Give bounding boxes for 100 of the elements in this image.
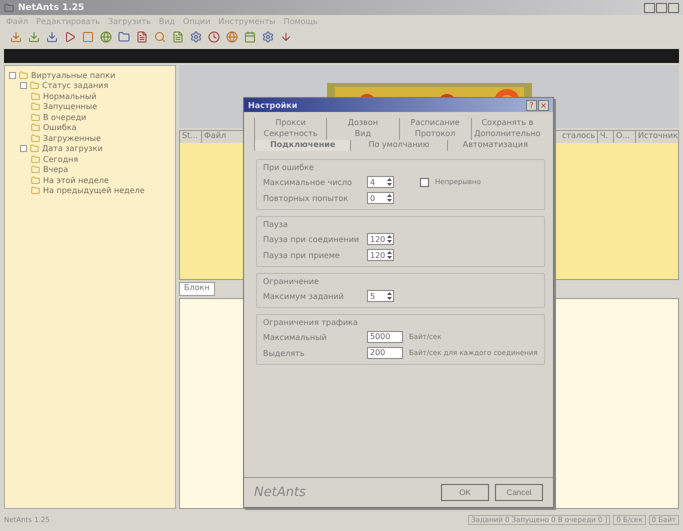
tab[interactable]: По умолчанию: [350, 140, 447, 151]
tree-item[interactable]: На предыдущей неделе: [43, 186, 145, 196]
tab[interactable]: Дозвон: [326, 118, 398, 129]
tree-item[interactable]: Сегодня: [43, 154, 78, 164]
column-header[interactable]: Ч.: [598, 131, 614, 143]
tab[interactable]: Прокси: [254, 118, 326, 129]
calendar-icon[interactable]: [244, 31, 256, 43]
folder-icon: [31, 102, 40, 112]
field-label: Максимальный: [263, 332, 328, 342]
document-icon[interactable]: [172, 31, 184, 43]
folder-icon: [31, 154, 40, 164]
document-icon[interactable]: [136, 31, 148, 43]
brand-text: NetAnts: [254, 485, 306, 500]
tree-item[interactable]: Нормальный: [43, 92, 96, 101]
field-label: Максимальное число: [263, 178, 353, 186]
group-title: Ограничения трафика: [263, 318, 359, 327]
menu-item[interactable]: Вид: [158, 16, 176, 26]
download-icon[interactable]: [46, 31, 58, 43]
close-button[interactable]: ×: [538, 100, 549, 110]
tree-item[interactable]: В очереди: [43, 112, 86, 122]
column-header[interactable]: сталось: [560, 131, 598, 143]
maximize-button[interactable]: [656, 2, 667, 12]
folder-icon: [31, 123, 40, 132]
stop-icon[interactable]: [82, 31, 94, 43]
spin-field[interactable]: 4: [367, 176, 394, 188]
group-title: При ошибке: [263, 163, 315, 172]
tree-item[interactable]: Вчера: [43, 165, 68, 174]
menu-item[interactable]: Инструменты: [218, 16, 276, 26]
column-header[interactable]: Источник: [636, 131, 678, 143]
menu-item[interactable]: Помощь: [284, 16, 318, 26]
spin-field[interactable]: 120: [367, 249, 394, 261]
folder-icon[interactable]: [118, 31, 130, 43]
expander-icon[interactable]: [20, 145, 27, 152]
settings-icon[interactable]: [190, 31, 202, 43]
spin-field[interactable]: 0: [367, 192, 394, 204]
spin-field[interactable]: 120: [367, 233, 394, 245]
app-icon: [4, 2, 14, 12]
input-field[interactable]: 5000: [367, 331, 403, 343]
expander-icon[interactable]: [9, 72, 16, 79]
checkbox[interactable]: [420, 178, 429, 186]
spinner-arrows-icon[interactable]: [386, 177, 393, 187]
field-label: Максимум заданий: [263, 292, 345, 300]
menu-item[interactable]: Загрузить: [108, 16, 151, 26]
globe-icon[interactable]: [226, 31, 238, 43]
folder-icon: [31, 165, 40, 174]
tree-item[interactable]: Ошибка: [43, 123, 76, 132]
folder-icon: [31, 176, 40, 185]
download-icon[interactable]: [10, 31, 22, 43]
spin-field[interactable]: 5: [367, 290, 394, 302]
folder-icon: [31, 134, 40, 143]
tab[interactable]: Расписание: [398, 118, 471, 129]
spinner-arrows-icon[interactable]: [386, 250, 393, 260]
field-label: Пауза при соединении: [263, 234, 360, 244]
tab[interactable]: Протокол: [398, 129, 471, 140]
minimize-button[interactable]: [644, 2, 655, 12]
folder-icon: [31, 186, 40, 196]
field-label: Выделять: [263, 348, 306, 358]
tree-item[interactable]: Виртуальные папки: [31, 70, 116, 80]
tab[interactable]: Сохранять в: [470, 118, 543, 129]
group-title: Ограничение: [263, 277, 320, 286]
dialog-button[interactable]: OK: [441, 484, 489, 501]
tree-item[interactable]: На этой неделе: [43, 176, 109, 185]
folder-icon: [31, 92, 40, 101]
settings-icon[interactable]: [262, 31, 274, 43]
globe-icon[interactable]: [100, 31, 112, 43]
play-icon[interactable]: [64, 31, 76, 43]
close-button[interactable]: [668, 2, 679, 12]
help-button[interactable]: ?: [526, 100, 537, 110]
group-title: Пауза: [263, 220, 289, 229]
tree-item[interactable]: Загруженные: [43, 134, 101, 143]
folder-icon: [30, 81, 39, 90]
field-label: Повторных попыток: [263, 194, 350, 202]
menu-item[interactable]: Файл: [6, 16, 28, 26]
column-header[interactable]: О...: [614, 131, 636, 143]
spinner-arrows-icon[interactable]: [386, 291, 393, 301]
expander-icon[interactable]: [20, 82, 27, 90]
folder-icon: [30, 144, 39, 154]
search-icon[interactable]: [154, 31, 166, 43]
clock-icon[interactable]: [208, 31, 220, 43]
dialog-title: Настройки: [248, 100, 298, 110]
tree-item[interactable]: Запущенные: [43, 102, 98, 112]
menu-item[interactable]: Опции: [183, 16, 210, 26]
input-field[interactable]: 200: [367, 347, 403, 359]
spinner-arrows-icon[interactable]: [386, 234, 393, 244]
arrow-down-icon[interactable]: [280, 31, 292, 43]
column-header[interactable]: St...: [180, 131, 202, 143]
folder-icon: [19, 70, 28, 80]
tab[interactable]: Автоматизация: [446, 140, 543, 151]
tree-item[interactable]: Статус задания: [42, 81, 108, 90]
dialog-button[interactable]: Cancel: [495, 484, 543, 501]
window-title: NetAnts 1.25: [18, 2, 84, 12]
tab[interactable]: Блокн: [179, 282, 215, 296]
field-label: Пауза при приеме: [263, 250, 341, 260]
spinner-arrows-icon[interactable]: [386, 193, 393, 203]
tree-item[interactable]: Дата загрузки: [42, 144, 103, 154]
download-icon[interactable]: [28, 31, 40, 43]
tab[interactable]: Дополнительно: [470, 129, 543, 140]
menu-item[interactable]: Редактировать: [36, 16, 100, 26]
folder-icon: [31, 112, 40, 122]
tab[interactable]: Подключение: [254, 140, 350, 151]
